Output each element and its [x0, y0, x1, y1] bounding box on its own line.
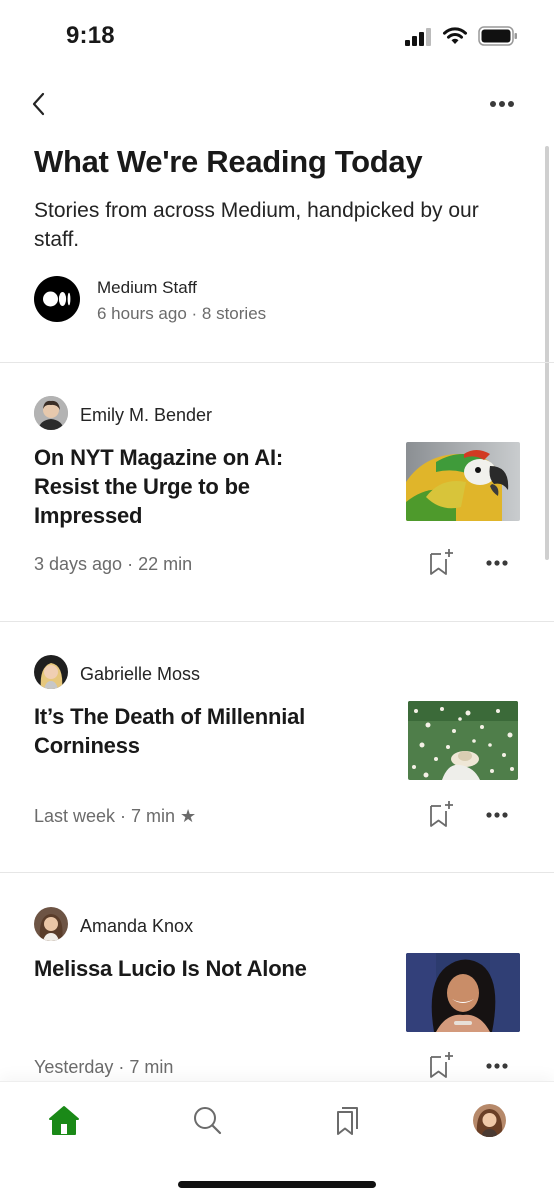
more-options-icon[interactable]: [485, 1061, 509, 1071]
story-title[interactable]: Melissa Lucio Is Not Alone: [34, 954, 334, 983]
more-options-icon[interactable]: [485, 810, 509, 820]
story-title[interactable]: It’s The Death of Millennial Corniness: [34, 702, 334, 760]
search-icon[interactable]: [189, 1102, 225, 1138]
back-chevron-icon[interactable]: [28, 90, 50, 118]
more-options-icon[interactable]: [485, 558, 509, 568]
battery-icon: [478, 26, 517, 46]
status-time: 9:18: [66, 22, 115, 49]
author-avatar[interactable]: [34, 396, 68, 430]
cellular-signal-icon: [405, 28, 431, 46]
story-meta: 3 days ago · 22 min: [34, 554, 193, 574]
list-meta: 6 hours ago · 8 stories: [97, 304, 267, 323]
story-thumbnail-parrot[interactable]: [406, 442, 520, 521]
profile-avatar[interactable]: [473, 1104, 506, 1137]
home-icon[interactable]: [46, 1102, 82, 1138]
medium-logo-icon: [43, 291, 71, 307]
more-options-icon[interactable]: [488, 96, 516, 112]
story-card[interactable]: Gabrielle Moss It’s The Death of Millenn…: [0, 622, 554, 880]
story-thumbnail-portrait[interactable]: [406, 953, 520, 1032]
author-name[interactable]: Emily M. Bender: [80, 405, 212, 426]
list-description: Stories from across Medium, handpicked b…: [34, 199, 479, 251]
story-card[interactable]: Emily M. Bender On NYT Magazine on AI: R…: [0, 363, 554, 621]
author-name[interactable]: Gabrielle Moss: [80, 664, 200, 685]
bookmark-add-icon[interactable]: [428, 799, 456, 829]
author-avatar[interactable]: [34, 655, 68, 689]
wifi-icon: [443, 27, 467, 44]
story-meta: Last week · 7 min ★: [34, 806, 197, 826]
bookmarks-icon[interactable]: [330, 1102, 366, 1138]
bookmark-add-icon[interactable]: [428, 1050, 456, 1080]
story-thumbnail-meadow[interactable]: [408, 701, 518, 780]
author-avatar[interactable]: [34, 907, 68, 941]
publisher-name[interactable]: Medium Staff: [97, 278, 197, 298]
list-title: What We're Reading Today: [34, 144, 423, 179]
medium-logo-avatar[interactable]: [34, 276, 80, 322]
story-title[interactable]: On NYT Magazine on AI: Resist the Urge t…: [34, 443, 334, 530]
home-indicator[interactable]: [178, 1181, 376, 1188]
story-meta: Yesterday · 7 min: [34, 1057, 174, 1077]
author-name[interactable]: Amanda Knox: [80, 916, 193, 937]
bookmark-add-icon[interactable]: [428, 547, 456, 577]
